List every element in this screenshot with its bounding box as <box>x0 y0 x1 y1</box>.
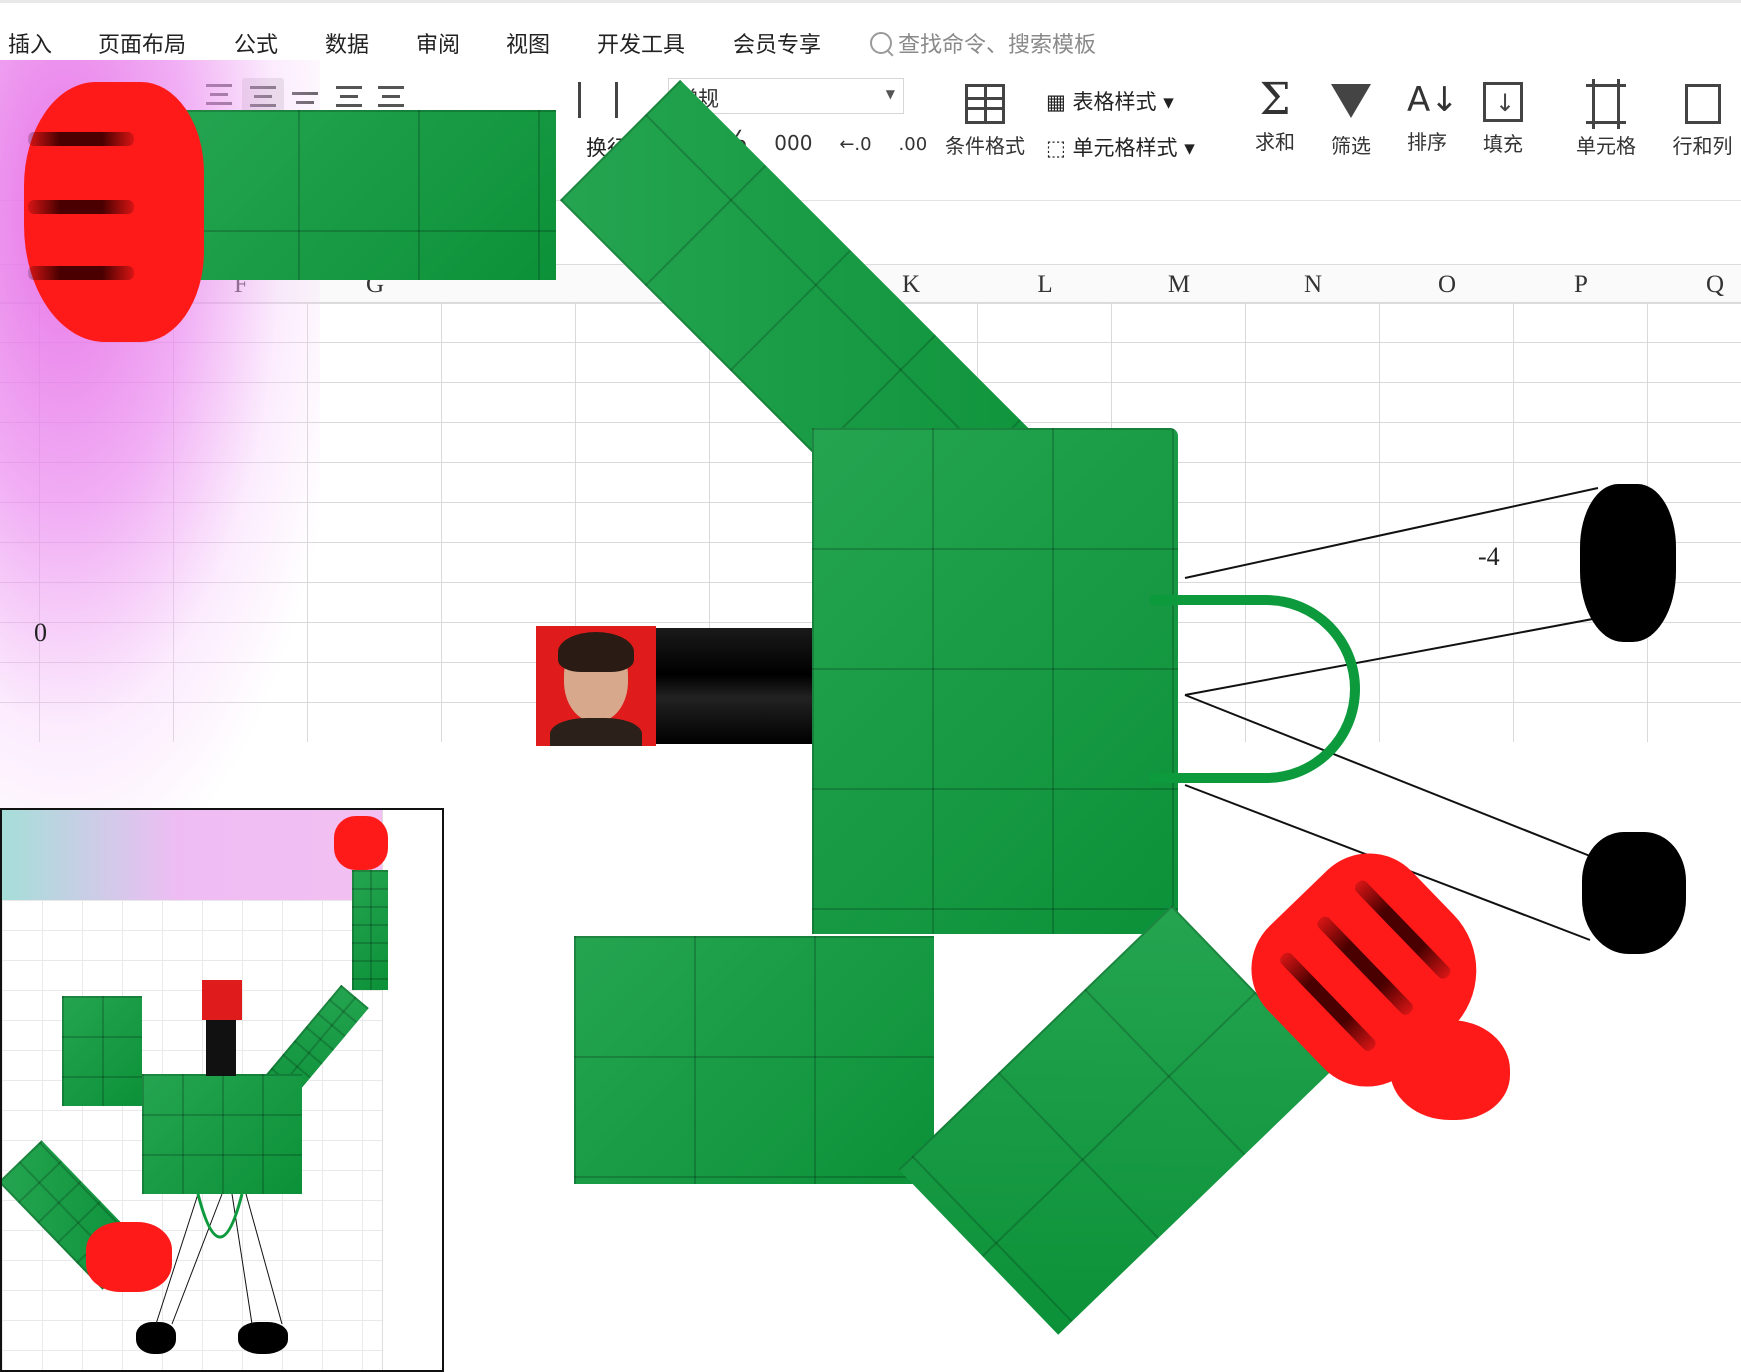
hand-stripe <box>28 200 134 214</box>
hand-stripe <box>28 266 134 280</box>
neck-bar <box>656 628 812 744</box>
head-photo <box>536 626 656 746</box>
right-foot-lower <box>1582 832 1686 954</box>
inset-strings <box>155 1193 283 1325</box>
hand-stripe <box>28 132 134 146</box>
upper-arm <box>178 110 556 280</box>
inset-thumbnail <box>0 808 444 1372</box>
string-line <box>1184 487 1599 579</box>
lower-block <box>574 936 934 1184</box>
right-foot-upper <box>1580 484 1676 642</box>
right-thumb <box>1390 1020 1510 1120</box>
bag-handle <box>1150 595 1360 783</box>
left-hand <box>24 82 204 342</box>
body-block <box>812 428 1178 934</box>
